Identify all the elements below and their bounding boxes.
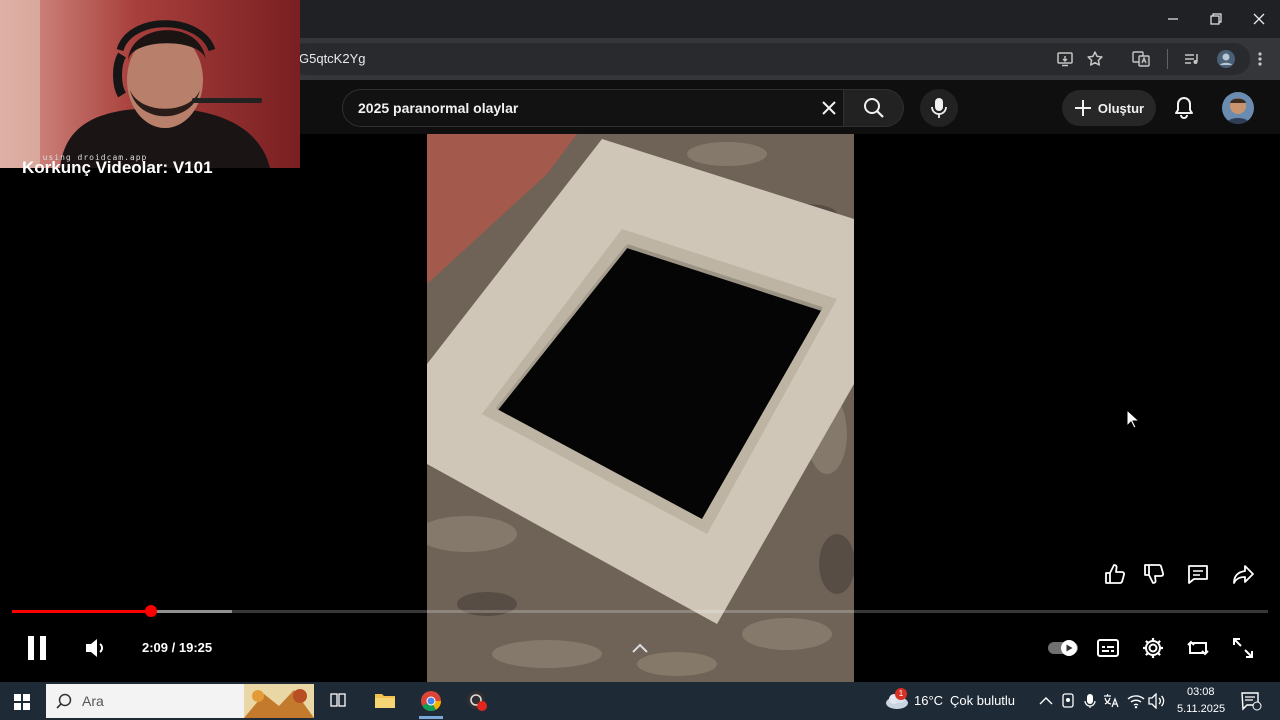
- search-query-text: 2025 paranormal olaylar: [358, 100, 519, 116]
- close-icon: [1253, 13, 1265, 25]
- obs-record-icon[interactable]: [465, 689, 489, 713]
- chrome-active-indicator: [419, 716, 443, 719]
- fullscreen-icon: [1233, 638, 1253, 658]
- miniplayer-button[interactable]: [1184, 634, 1212, 662]
- chevron-up-icon[interactable]: [1037, 692, 1055, 710]
- close-window-button[interactable]: [1237, 0, 1280, 38]
- wifi-icon[interactable]: [1127, 692, 1145, 710]
- bell-icon: [1175, 97, 1193, 119]
- start-button[interactable]: [8, 688, 36, 716]
- search-highlight-icon: [244, 684, 314, 718]
- windows-logo-icon: [14, 694, 30, 710]
- camera-tray-icon[interactable]: [1059, 692, 1077, 710]
- translate-icon[interactable]: [1129, 47, 1153, 71]
- volume-icon: [86, 639, 103, 657]
- subtitles-button[interactable]: [1094, 634, 1122, 662]
- volume-button[interactable]: [82, 634, 110, 662]
- dislike-button[interactable]: [1140, 560, 1168, 588]
- chrome-icon[interactable]: [419, 689, 443, 713]
- speaker-icon[interactable]: [1148, 692, 1166, 710]
- search-icon: [863, 98, 884, 118]
- thumbs-down-icon: [1144, 564, 1165, 584]
- like-button[interactable]: [1101, 560, 1129, 588]
- comments-button[interactable]: [1184, 560, 1212, 588]
- minimize-icon: [1168, 18, 1178, 20]
- create-button[interactable]: Oluştur: [1062, 90, 1156, 126]
- plus-icon: [1074, 100, 1091, 116]
- settings-button[interactable]: [1139, 634, 1167, 662]
- clock-date[interactable]: 5.11.2025: [1177, 703, 1225, 715]
- fullscreen-exit-button[interactable]: [1229, 634, 1257, 662]
- task-view-icon[interactable]: [328, 690, 348, 710]
- search-icon: [56, 693, 72, 709]
- clock-time[interactable]: 03:08: [1187, 686, 1215, 698]
- create-button-label: Oluştur: [1097, 100, 1145, 116]
- progress-played: [12, 610, 152, 613]
- weather-desc: Çok bulutlu: [950, 693, 1016, 708]
- gear-icon: [1143, 638, 1163, 658]
- video-frame[interactable]: [427, 134, 854, 682]
- pause-icon: [28, 636, 46, 660]
- share-button[interactable]: [1229, 560, 1257, 588]
- microphone-tray-icon[interactable]: [1081, 692, 1099, 710]
- minimize-button[interactable]: [1151, 0, 1195, 38]
- close-icon: [822, 101, 836, 115]
- microphone-icon: [931, 98, 947, 118]
- autoplay-toggle[interactable]: [1046, 634, 1080, 662]
- video-title: Korkunç Videolar: V101: [22, 159, 213, 176]
- autoplay-icon: [1048, 640, 1078, 656]
- toolbar-separator: [1167, 49, 1168, 69]
- media-control-icon[interactable]: [1180, 47, 1204, 71]
- search-clear-button[interactable]: [816, 96, 842, 120]
- comment-icon: [1188, 565, 1208, 584]
- restore-icon: [1210, 13, 1222, 25]
- taskbar-search-box[interactable]: Ara: [46, 684, 314, 718]
- bookmark-star-icon[interactable]: [1083, 47, 1107, 71]
- progress-scrubber-handle[interactable]: [145, 605, 158, 617]
- language-tray-icon[interactable]: [1102, 692, 1120, 710]
- chevron-up-icon[interactable]: [628, 638, 652, 658]
- notification-center-icon[interactable]: [1240, 690, 1262, 712]
- pause-button[interactable]: [23, 634, 51, 662]
- webcam-overlay: [0, 0, 300, 168]
- browser-menu-icon[interactable]: [1248, 47, 1272, 71]
- file-explorer-icon[interactable]: [374, 690, 396, 710]
- search-button[interactable]: [844, 89, 904, 127]
- taskbar-search-placeholder: Ara: [82, 693, 104, 709]
- share-icon: [1233, 565, 1254, 584]
- time-readout: 2:09 / 19:25: [142, 640, 213, 655]
- install-app-icon[interactable]: [1053, 47, 1077, 71]
- mouse-cursor-icon: [1126, 409, 1140, 429]
- profile-icon[interactable]: [1214, 47, 1238, 71]
- weather-badge: 1: [895, 688, 907, 700]
- weather-temp: 16°C: [914, 693, 944, 708]
- miniplayer-icon: [1187, 640, 1209, 656]
- account-avatar[interactable]: [1222, 92, 1254, 124]
- address-bar-url: G5qtcK2Yg: [299, 51, 366, 66]
- voice-search-button[interactable]: [920, 89, 958, 127]
- thumbs-up-icon: [1105, 564, 1126, 584]
- restore-button[interactable]: [1194, 0, 1238, 38]
- notifications-button[interactable]: [1170, 94, 1198, 122]
- subtitles-icon: [1097, 639, 1119, 657]
